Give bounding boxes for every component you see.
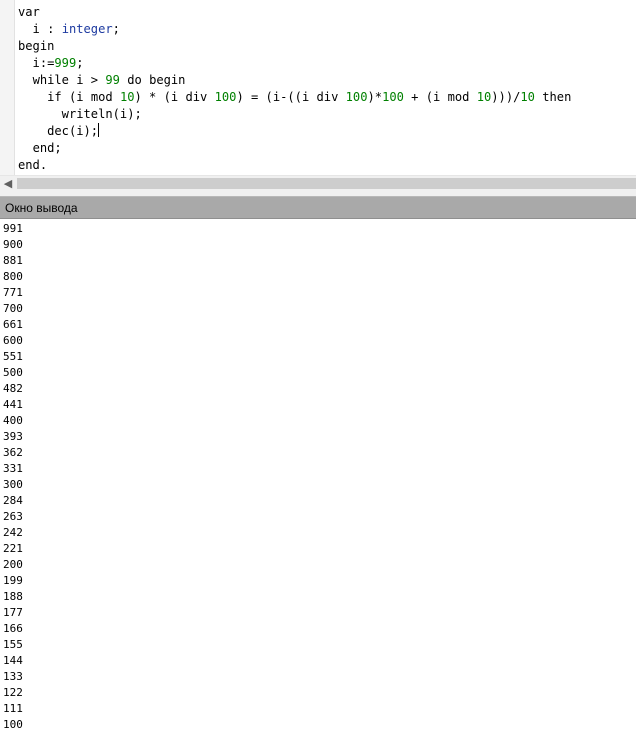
horizontal-scrollbar[interactable]: ◀ bbox=[0, 175, 636, 191]
output-line: 551 bbox=[3, 350, 23, 363]
number-token: 99 bbox=[105, 73, 120, 87]
output-line: 331 bbox=[3, 462, 23, 475]
output-line: 500 bbox=[3, 366, 23, 379]
code-token: (i bbox=[61, 90, 91, 104]
code-token: )* bbox=[367, 90, 383, 104]
output-line: 393 bbox=[3, 430, 23, 443]
output-line: 991 bbox=[3, 222, 23, 235]
output-line: 800 bbox=[3, 270, 23, 283]
code-token: ; bbox=[112, 22, 120, 36]
keyword-token: div bbox=[316, 90, 339, 104]
output-line: 400 bbox=[3, 414, 23, 427]
code-token: . bbox=[39, 158, 48, 172]
output-line: 122 bbox=[3, 686, 23, 699]
output-line: 661 bbox=[3, 318, 23, 331]
output-window[interactable]: 991 900 881 800 771 700 661 600 551 500 482 441 400 3… bbox=[0, 219, 636, 741]
code-token: + (i bbox=[403, 90, 448, 104]
editor-gutter bbox=[0, 0, 15, 175]
output-line: 144 bbox=[3, 654, 23, 667]
chevron-left-icon[interactable]: ◀ bbox=[0, 176, 16, 191]
keyword-token: if bbox=[47, 90, 62, 104]
ide-window: var i : integer; begin i:=999; while i > … bbox=[0, 0, 636, 741]
code-line[interactable]: writeln(i); bbox=[18, 106, 571, 123]
keyword-token: then bbox=[542, 90, 572, 104]
keyword-token: begin bbox=[149, 73, 186, 87]
type-token: integer bbox=[61, 22, 113, 36]
code-editor[interactable]: var i : integer; begin i:=999; while i > … bbox=[0, 0, 636, 175]
code-token: i:= bbox=[18, 56, 55, 70]
number-token: 100 bbox=[382, 90, 404, 104]
code-line[interactable]: if (i mod 10) * (i div 100) = (i-((i div… bbox=[18, 89, 571, 106]
output-line: 221 bbox=[3, 542, 23, 555]
keyword-token: mod bbox=[447, 90, 470, 104]
output-lines: 991 900 881 800 771 700 661 600 551 500 482 441 400 3… bbox=[3, 221, 23, 733]
code-line[interactable]: end. bbox=[18, 157, 571, 174]
keyword-token: end bbox=[32, 141, 55, 155]
keyword-token: mod bbox=[90, 90, 113, 104]
output-line: 881 bbox=[3, 254, 23, 267]
output-line: 263 bbox=[3, 510, 23, 523]
code-token: ) = (i-((i bbox=[236, 90, 317, 104]
keyword-token: while bbox=[32, 73, 69, 87]
code-line[interactable]: i : integer; bbox=[18, 21, 571, 38]
number-token: 10 bbox=[520, 90, 535, 104]
scrollbar-thumb[interactable] bbox=[17, 178, 636, 189]
code-line[interactable]: begin bbox=[18, 38, 571, 55]
output-line: 441 bbox=[3, 398, 23, 411]
code-text[interactable]: var i : integer; begin i:=999; while i > … bbox=[18, 4, 571, 174]
output-line: 300 bbox=[3, 478, 23, 491]
code-token: ; bbox=[76, 56, 84, 70]
output-panel-header: Окно вывода bbox=[0, 196, 636, 219]
code-token: i > bbox=[68, 73, 106, 87]
code-token: ; bbox=[54, 141, 62, 155]
output-line: 362 bbox=[3, 446, 23, 459]
output-line: 111 bbox=[3, 702, 23, 715]
number-token: 10 bbox=[476, 90, 492, 104]
output-line: 600 bbox=[3, 334, 23, 347]
code-line[interactable]: var bbox=[18, 4, 571, 21]
keyword-token: begin bbox=[18, 39, 55, 53]
output-line: 166 bbox=[3, 622, 23, 635]
output-line: 200 bbox=[3, 558, 23, 571]
code-token: i : bbox=[18, 22, 62, 36]
output-line: 242 bbox=[3, 526, 23, 539]
code-token: dec(i); bbox=[18, 124, 99, 138]
keyword-token: var bbox=[18, 5, 40, 19]
output-line: 199 bbox=[3, 574, 23, 587]
output-line: 771 bbox=[3, 286, 23, 299]
text-caret bbox=[98, 123, 100, 137]
keyword-token: end bbox=[18, 158, 40, 172]
number-token: 100 bbox=[214, 90, 237, 104]
output-line: 133 bbox=[3, 670, 23, 683]
output-line: 900 bbox=[3, 238, 23, 251]
output-line: 188 bbox=[3, 590, 23, 603]
code-token: ) * (i bbox=[134, 90, 186, 104]
code-token: writeln(i); bbox=[18, 107, 142, 121]
output-line: 284 bbox=[3, 494, 23, 507]
code-line[interactable]: end; bbox=[18, 140, 571, 157]
code-token: )))/ bbox=[491, 90, 521, 104]
number-token: 100 bbox=[345, 90, 368, 104]
keyword-token: div bbox=[185, 90, 208, 104]
keyword-token: do bbox=[127, 73, 142, 87]
output-line: 100 bbox=[3, 718, 23, 731]
code-line[interactable]: i:=999; bbox=[18, 55, 571, 72]
code-line[interactable]: while i > 99 do begin bbox=[18, 72, 571, 89]
output-line: 177 bbox=[3, 606, 23, 619]
output-panel-title: Окно вывода bbox=[5, 201, 78, 215]
code-line[interactable]: dec(i); bbox=[18, 123, 571, 140]
output-line: 482 bbox=[3, 382, 23, 395]
number-token: 999 bbox=[54, 56, 77, 70]
output-line: 700 bbox=[3, 302, 23, 315]
output-line: 155 bbox=[3, 638, 23, 651]
number-token: 10 bbox=[119, 90, 135, 104]
